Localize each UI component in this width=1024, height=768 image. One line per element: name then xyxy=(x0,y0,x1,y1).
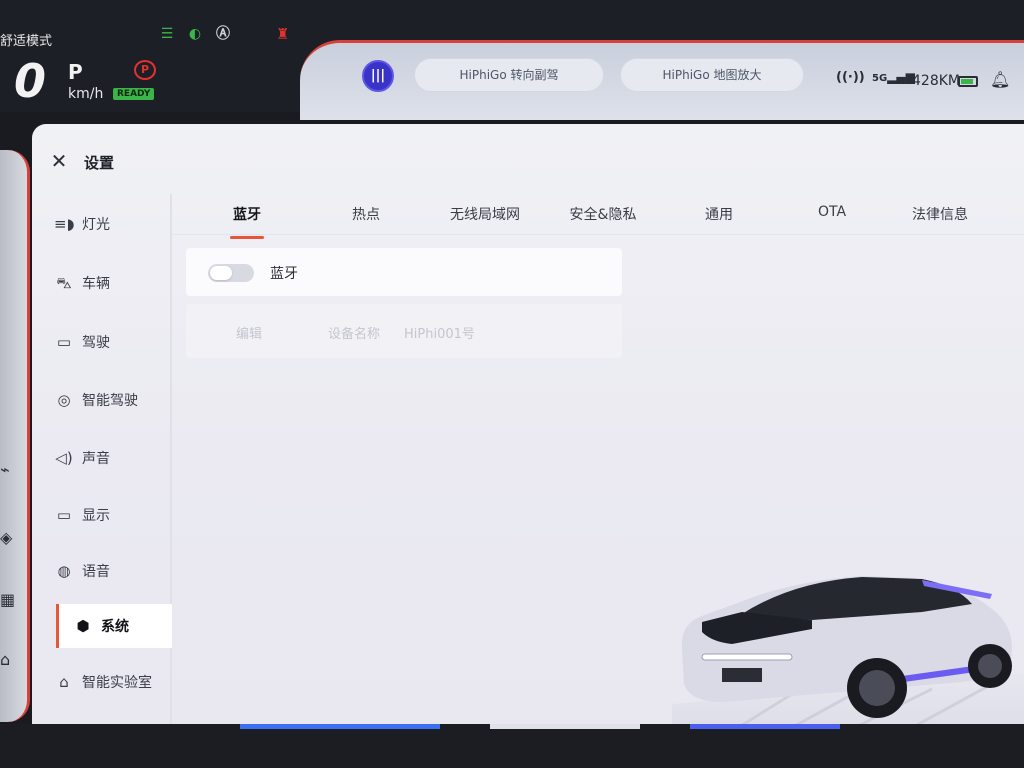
edit-button[interactable]: 编辑 xyxy=(236,323,262,342)
sidebar-item-driving[interactable]: ▭ 驾驶 xyxy=(48,320,170,364)
speaker-icon: ◁) xyxy=(55,449,73,467)
dock-dial-icon[interactable]: ⌁ xyxy=(0,460,18,482)
fog-light-icon: ☰ xyxy=(160,26,174,42)
bell-icon[interactable]: 🔔︎ xyxy=(990,70,1010,92)
sidebar-item-label: 智能实验室 xyxy=(82,675,152,691)
sidebar-item-lights[interactable]: ≡◗ 灯光 xyxy=(48,202,170,246)
sidebar-item-label: 智能驾驶 xyxy=(82,393,138,409)
network-type: 5G xyxy=(872,73,888,84)
cube-icon: ⬢ xyxy=(76,617,90,635)
sidebar-item-label: 灯光 xyxy=(82,217,110,233)
sidebar-item-system[interactable]: ⬢ 系统 xyxy=(56,604,172,648)
sidebar-item-sound[interactable]: ◁) 声音 xyxy=(48,436,170,480)
sidebar-item-voice[interactable]: ◍ 语音 xyxy=(48,549,170,593)
device-name-value: HiPhi001号 xyxy=(404,327,475,342)
bottom-strip-light xyxy=(490,724,640,729)
dock-car-icon[interactable]: ◈ xyxy=(0,528,18,550)
hiphigo-steer-passenger-button[interactable]: HiPhiGo 转向副驾 xyxy=(414,58,604,92)
signal-icon: 5G▂▄▆ xyxy=(872,70,915,84)
dock-home-icon[interactable]: ⌂ xyxy=(0,650,18,672)
car-illustration xyxy=(672,576,1024,744)
sidebar-item-ai-lab[interactable]: ⌂ 智能实验室 xyxy=(48,660,188,704)
hiphigo-map-zoom-button[interactable]: HiPhiGo 地图放大 xyxy=(620,58,804,92)
speed-unit: km/h xyxy=(68,86,104,102)
dock-apps-icon[interactable]: ▦ xyxy=(0,590,18,612)
toggle-knob xyxy=(210,266,232,280)
hiphi-logo-icon[interactable]: ||| xyxy=(362,60,394,92)
bottom-strip-blue-right xyxy=(690,724,840,729)
steering-icon: ▭ xyxy=(56,333,72,351)
voice-icon: ◍ xyxy=(57,562,71,580)
device-info-row: 编辑 设备名称 HiPhi001号 xyxy=(186,304,622,358)
parking-brake-icon: P xyxy=(134,60,156,80)
sidebar-item-smart-driving[interactable]: ◎ 智能驾驶 xyxy=(48,378,170,422)
ai-lab-icon: ⌂ xyxy=(59,673,69,691)
battery-icon xyxy=(958,76,978,87)
sidebar-item-vehicle[interactable]: ⛍ 车辆 xyxy=(48,261,170,305)
device-name-label: 设备名称 xyxy=(328,327,381,342)
sidebar-item-label: 车辆 xyxy=(82,276,110,292)
sidebar-item-display[interactable]: ▭ 显示 xyxy=(48,493,170,537)
light-icon: ≡◗ xyxy=(54,215,75,233)
bottom-strip-blue xyxy=(240,724,440,729)
drive-mode-label: 舒适模式 xyxy=(0,34,53,49)
sidebar-item-label: 显示 xyxy=(82,508,110,524)
display-icon: ▭ xyxy=(56,506,72,524)
close-icon[interactable]: ✕ xyxy=(50,151,68,171)
bottom-bezel xyxy=(0,724,1024,768)
wireless-icon: ((·)) xyxy=(836,70,865,85)
status-bar: 舒适模式 0 P km/h READY P ☰ ◐ Ⓐ ♜ ||| HiPhiG… xyxy=(0,0,1024,120)
sidebar-item-label: 语音 xyxy=(82,564,110,580)
ready-badge: READY xyxy=(113,88,155,100)
settings-panel: ✕ 设置 ≡◗ 灯光 ⛍ 车辆 ▭ 驾驶 ◎ 智能驾驶 ◁) 声音 ▭ 显示 ◍… xyxy=(32,124,1024,744)
seatbelt-warning-icon: ♜ xyxy=(276,25,290,43)
sidebar-item-label: 声音 xyxy=(82,451,110,467)
smart-drive-icon: ◎ xyxy=(57,391,71,409)
gear-indicator: P xyxy=(68,60,83,84)
range-readout: 428KM xyxy=(912,73,960,89)
sidebar-item-label: 驾驶 xyxy=(82,335,110,351)
bluetooth-row: 蓝牙 xyxy=(186,248,622,296)
tabs-divider xyxy=(172,234,1024,235)
left-dock: ⌁ ◈ ▦ ⌂ xyxy=(0,150,30,722)
sidebar-item-label: 系统 xyxy=(101,619,129,635)
active-tab-indicator xyxy=(230,236,264,239)
auto-light-icon: Ⓐ xyxy=(216,26,230,42)
low-beam-icon: ◐ xyxy=(188,26,202,42)
speed-readout: 0 xyxy=(14,54,47,108)
car-icon: ⛍ xyxy=(56,274,72,292)
bluetooth-label: 蓝牙 xyxy=(270,266,298,282)
page-title: 设置 xyxy=(84,154,115,172)
bluetooth-toggle[interactable] xyxy=(208,264,254,282)
